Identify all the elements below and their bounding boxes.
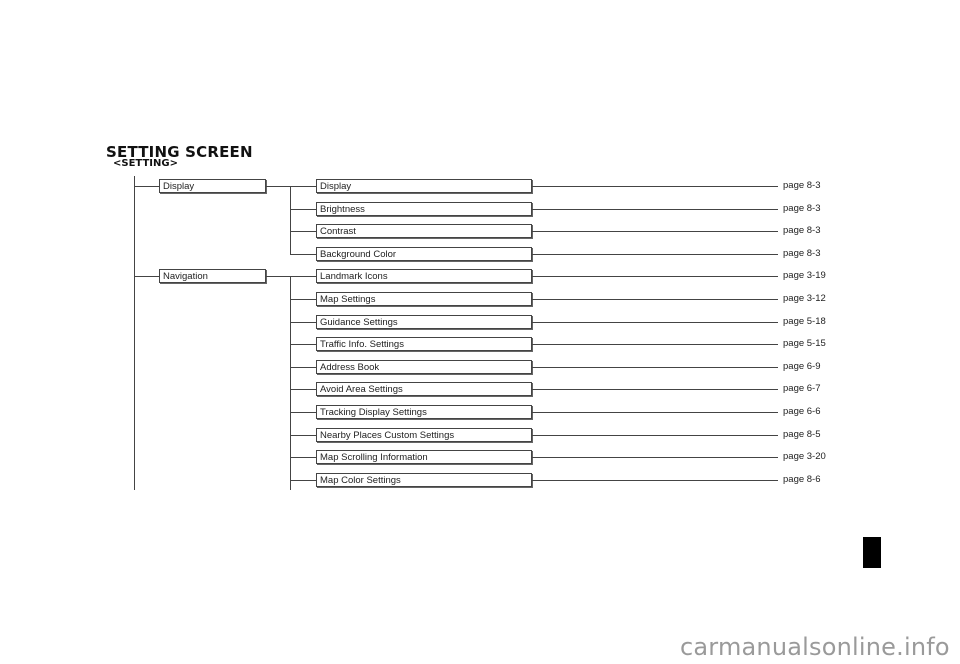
menu-item-box[interactable]: Brightness [316, 202, 532, 216]
menu-item-box[interactable]: Guidance Settings [316, 315, 532, 329]
page-reference: page 5-15 [783, 338, 826, 349]
page-leader-line [532, 276, 778, 277]
group-box-navigation[interactable]: Navigation [159, 269, 266, 283]
page-leader-line [532, 254, 778, 255]
menu-item-box[interactable]: Address Book [316, 360, 532, 374]
menu-item-box[interactable]: Landmark Icons [316, 269, 532, 283]
menu-item-box[interactable]: Background Color [316, 247, 532, 261]
watermark: carmanualsonline.info [680, 633, 950, 661]
page-reference: page 6-9 [783, 361, 821, 372]
menu-item-box[interactable]: Nearby Places Custom Settings [316, 428, 532, 442]
item-connector [290, 231, 316, 232]
item-connector [290, 480, 316, 481]
page-leader-line [532, 322, 778, 323]
section-subtitle: <SETTING> [113, 158, 178, 169]
page-leader-line [532, 435, 778, 436]
menu-item-box[interactable]: Contrast [316, 224, 532, 238]
item-connector [290, 457, 316, 458]
menu-item-box[interactable]: Display [316, 179, 532, 193]
item-connector [290, 344, 316, 345]
item-connector [290, 186, 316, 187]
items-sub-trunk [290, 276, 291, 490]
page-reference: page 8-6 [783, 474, 821, 485]
page-reference: page 8-3 [783, 203, 821, 214]
page-reference: page 3-12 [783, 293, 826, 304]
group-to-items-connector [266, 276, 290, 277]
page-leader-line [532, 412, 778, 413]
page-leader-line [532, 480, 778, 481]
group-connector [134, 276, 159, 277]
item-connector [290, 254, 316, 255]
page-reference: page 3-19 [783, 270, 826, 281]
page-reference: page 5-18 [783, 316, 826, 327]
page-reference: page 8-3 [783, 180, 821, 191]
page-leader-line [532, 457, 778, 458]
item-connector [290, 209, 316, 210]
item-connector [290, 435, 316, 436]
item-connector [290, 389, 316, 390]
items-sub-trunk [290, 186, 291, 254]
item-connector [290, 299, 316, 300]
page-reference: page 6-7 [783, 383, 821, 394]
menu-item-box[interactable]: Map Scrolling Information [316, 450, 532, 464]
page-reference: page 8-3 [783, 248, 821, 259]
page-leader-line [532, 344, 778, 345]
menu-item-box[interactable]: Traffic Info. Settings [316, 337, 532, 351]
group-box-display[interactable]: Display [159, 179, 266, 193]
page-leader-line [532, 231, 778, 232]
group-connector [134, 186, 159, 187]
menu-item-box[interactable]: Map Settings [316, 292, 532, 306]
page-leader-line [532, 299, 778, 300]
item-connector [290, 276, 316, 277]
page-reference: page 8-3 [783, 225, 821, 236]
item-connector [290, 412, 316, 413]
page-leader-line [532, 186, 778, 187]
menu-item-box[interactable]: Map Color Settings [316, 473, 532, 487]
chapter-tab-marker [863, 537, 881, 568]
tree-main-trunk [134, 176, 135, 490]
page-leader-line [532, 389, 778, 390]
page-reference: page 3-20 [783, 451, 826, 462]
page-leader-line [532, 367, 778, 368]
item-connector [290, 367, 316, 368]
item-connector [290, 322, 316, 323]
group-to-items-connector [266, 186, 290, 187]
menu-item-box[interactable]: Avoid Area Settings [316, 382, 532, 396]
page-reference: page 6-6 [783, 406, 821, 417]
page-reference: page 8-5 [783, 429, 821, 440]
page-leader-line [532, 209, 778, 210]
menu-item-box[interactable]: Tracking Display Settings [316, 405, 532, 419]
